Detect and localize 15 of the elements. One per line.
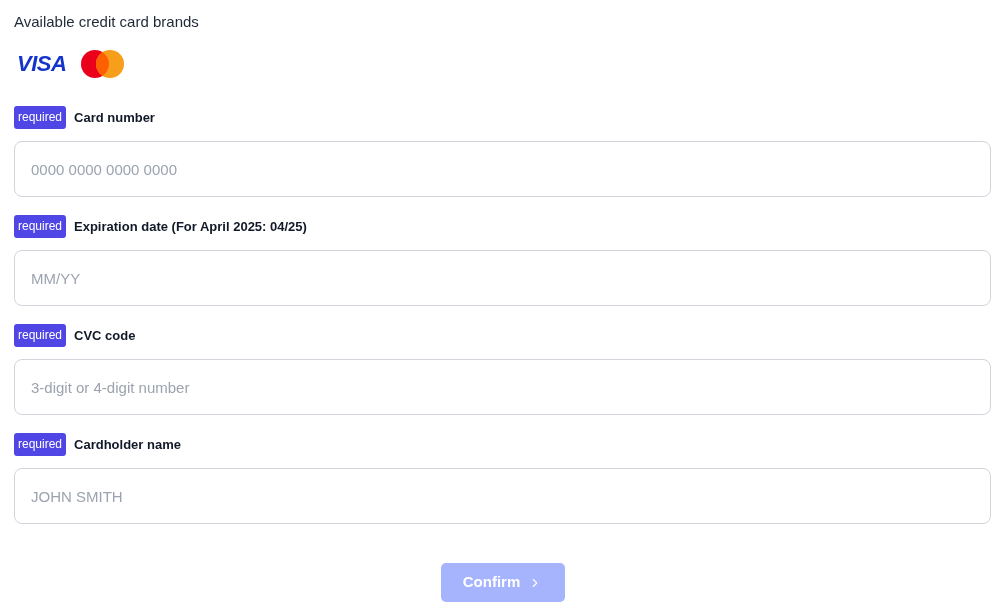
input-field[interactable]: MM/YY bbox=[14, 250, 991, 306]
input-field[interactable]: JOHN SMITH bbox=[14, 468, 991, 524]
input-field[interactable]: 3-digit or 4-digit number bbox=[14, 359, 991, 415]
field-label: CVC code bbox=[74, 326, 136, 345]
input-field[interactable]: 0000 0000 0000 0000 bbox=[14, 141, 991, 197]
visa-logo: VISA bbox=[16, 52, 68, 76]
required-badge: required bbox=[14, 215, 67, 238]
field-label: Card number bbox=[74, 108, 155, 127]
field-label: Cardholder name bbox=[74, 435, 181, 454]
mastercard-logo-icon bbox=[81, 50, 125, 78]
required-badge: required bbox=[14, 324, 67, 347]
section-title: Available credit card brands bbox=[14, 12, 199, 32]
required-badge: required bbox=[14, 433, 67, 456]
field-label: Expiration date (For April 2025: 04/25) bbox=[74, 217, 307, 236]
required-badge: required bbox=[14, 106, 67, 129]
